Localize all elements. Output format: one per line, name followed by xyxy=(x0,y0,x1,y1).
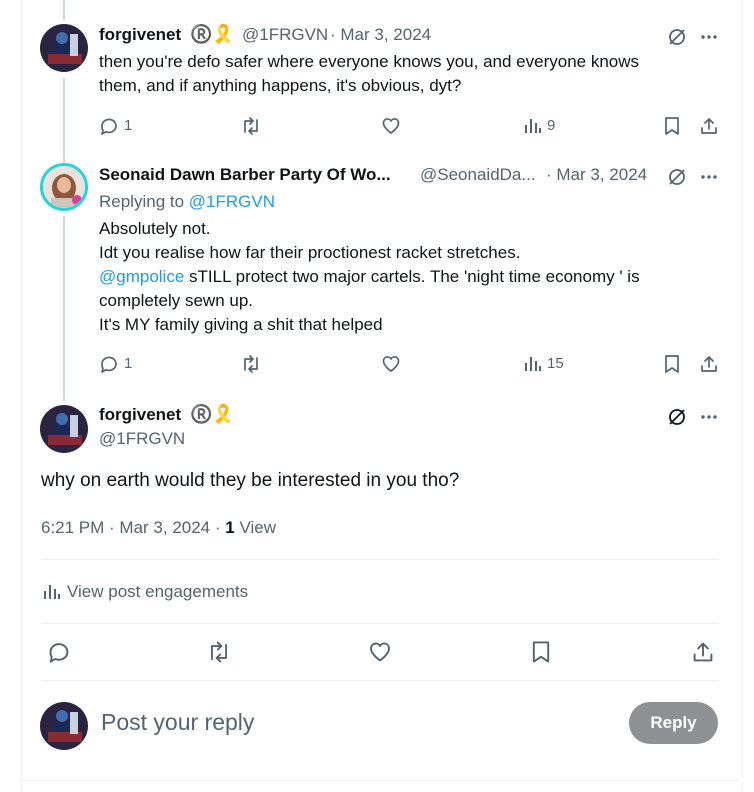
reply-count: 1 xyxy=(124,117,133,134)
views-icon[interactable] xyxy=(521,353,543,375)
share-icon[interactable] xyxy=(690,639,716,665)
replying-to-prefix: Replying to xyxy=(99,192,189,211)
like-icon[interactable] xyxy=(380,353,402,375)
post-text-line: completely sewn up. xyxy=(99,291,254,310)
avatar[interactable] xyxy=(40,405,88,453)
bookmark-icon[interactable] xyxy=(661,115,683,137)
author-handle[interactable]: @1FRGVN xyxy=(99,429,185,449)
post-timestamp: 6:21 PM · Mar 3, 2024 · 1 View xyxy=(41,518,276,538)
view-count: 9 xyxy=(547,117,556,134)
replying-to-handle[interactable]: @1FRGVN xyxy=(189,192,275,211)
more-icon[interactable] xyxy=(698,166,720,188)
post-time[interactable]: 6:21 PM · Mar 3, 2024 · xyxy=(41,518,225,537)
more-icon[interactable] xyxy=(698,26,720,48)
author-name[interactable]: forgivenet xyxy=(99,25,181,45)
post-date[interactable]: · Mar 3, 2024 xyxy=(546,165,647,185)
post-text-line: Idt you realise how far their proctiones… xyxy=(99,243,521,262)
retweet-icon[interactable] xyxy=(205,639,233,665)
reply-count: 1 xyxy=(124,355,133,372)
avatar xyxy=(40,702,88,750)
view-label: View xyxy=(234,518,276,537)
post-text-line: them, and if anything happens, it's obvi… xyxy=(99,76,462,95)
grok-icon[interactable] xyxy=(666,406,688,428)
replying-to: Replying to @1FRGVN xyxy=(99,190,275,214)
reply-button[interactable]: Reply xyxy=(629,702,718,744)
retweet-icon[interactable] xyxy=(239,115,263,137)
post-text-fragment: sTILL protect two major cartels. The 'ni… xyxy=(184,267,640,286)
thread-line-2 xyxy=(63,216,65,401)
retweet-icon[interactable] xyxy=(239,353,263,375)
post-text-line: Absolutely not. xyxy=(99,219,211,238)
post-date[interactable]: · Mar 3, 2024 xyxy=(330,25,431,45)
author-badges: ®️🎗️ xyxy=(190,24,235,44)
thread-line-1 xyxy=(63,78,65,164)
views-icon xyxy=(41,582,61,602)
like-icon[interactable] xyxy=(367,639,393,665)
author-badges: ®️🎗️ xyxy=(190,404,235,424)
bookmark-icon[interactable] xyxy=(661,353,683,375)
divider xyxy=(22,780,740,781)
divider xyxy=(41,680,719,681)
author-handle[interactable]: @SeonaidDa... xyxy=(420,165,536,185)
reply-icon[interactable] xyxy=(98,353,120,375)
avatar[interactable] xyxy=(40,163,88,211)
share-icon[interactable] xyxy=(698,115,720,137)
divider xyxy=(41,623,719,624)
reply-icon[interactable] xyxy=(98,115,120,137)
thread-line-top xyxy=(63,0,65,20)
view-count: 1 xyxy=(225,518,235,537)
post-text-line: @gmpolice sTILL protect two major cartel… xyxy=(99,265,640,289)
engagements-label: View post engagements xyxy=(67,582,249,601)
reply-input[interactable]: Post your reply xyxy=(101,709,254,736)
author-handle[interactable]: @1FRGVN xyxy=(242,25,328,45)
author-name[interactable]: forgivenet xyxy=(99,405,181,425)
grok-icon[interactable] xyxy=(666,26,688,48)
post-text-line: It's MY family giving a shit that helped xyxy=(99,315,383,334)
view-engagements-link[interactable]: View post engagements xyxy=(41,580,248,604)
author-name[interactable]: Seonaid Dawn Barber Party Of Wo... xyxy=(99,165,391,185)
bookmark-icon[interactable] xyxy=(528,639,554,665)
post-text-line: then you're defo safer where everyone kn… xyxy=(99,52,640,71)
mention-link[interactable]: @gmpolice xyxy=(99,267,184,286)
view-count: 15 xyxy=(547,355,564,372)
main-post-text: why on earth would they be interested in… xyxy=(41,470,460,491)
views-icon[interactable] xyxy=(521,115,543,137)
more-icon[interactable] xyxy=(698,406,720,428)
avatar[interactable] xyxy=(40,24,88,72)
reply-icon[interactable] xyxy=(46,639,72,665)
like-icon[interactable] xyxy=(380,115,402,137)
divider xyxy=(41,559,719,560)
share-icon[interactable] xyxy=(698,353,720,375)
grok-icon[interactable] xyxy=(666,166,688,188)
